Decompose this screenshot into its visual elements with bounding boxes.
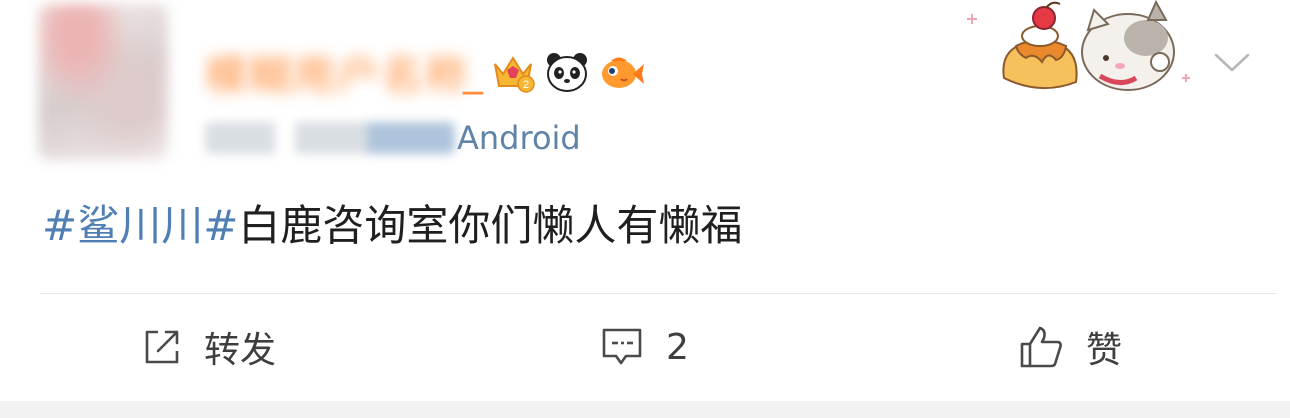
like-label: 赞 <box>1086 330 1123 371</box>
comment-icon <box>602 328 642 365</box>
source-suffix[interactable]: Android <box>457 119 581 157</box>
post-content: #鲨川川#白鹿咨询室你们懒人有懒福 <box>42 196 742 256</box>
card-decoration-image <box>960 0 1190 100</box>
divider <box>40 293 1276 294</box>
bottom-separator <box>0 401 1290 418</box>
repost-label: 转发 <box>204 330 277 371</box>
comment-count: 2 <box>666 326 689 368</box>
meta-time-source-blurred <box>205 122 455 154</box>
svg-text:2: 2 <box>523 79 529 91</box>
chevron-down-icon[interactable] <box>1210 40 1254 84</box>
repost-button[interactable]: 转发 <box>142 318 276 376</box>
crown-badge-icon[interactable]: 2 <box>489 48 537 96</box>
topic-link[interactable]: #鲨川川# <box>42 201 238 250</box>
comment-button[interactable]: 2 <box>600 318 689 376</box>
weibo-post-card: 模糊用户名称 _ 2 Android #鲨川川#白鹿咨询室你们懒人有懒福 转发 … <box>0 0 1290 418</box>
username-blurred[interactable]: 模糊用户名称 <box>205 42 469 103</box>
like-button[interactable]: 赞 <box>1018 318 1122 376</box>
thumbs-up-icon <box>1020 326 1062 368</box>
avatar[interactable] <box>38 4 168 160</box>
goldfish-icon[interactable] <box>597 48 645 96</box>
post-meta: Android <box>205 116 581 160</box>
post-text: 白鹿咨询室你们懒人有懒福 <box>238 201 743 250</box>
repost-icon <box>145 330 179 364</box>
username-row[interactable]: 模糊用户名称 _ 2 <box>205 45 651 100</box>
panda-icon[interactable] <box>543 48 591 96</box>
